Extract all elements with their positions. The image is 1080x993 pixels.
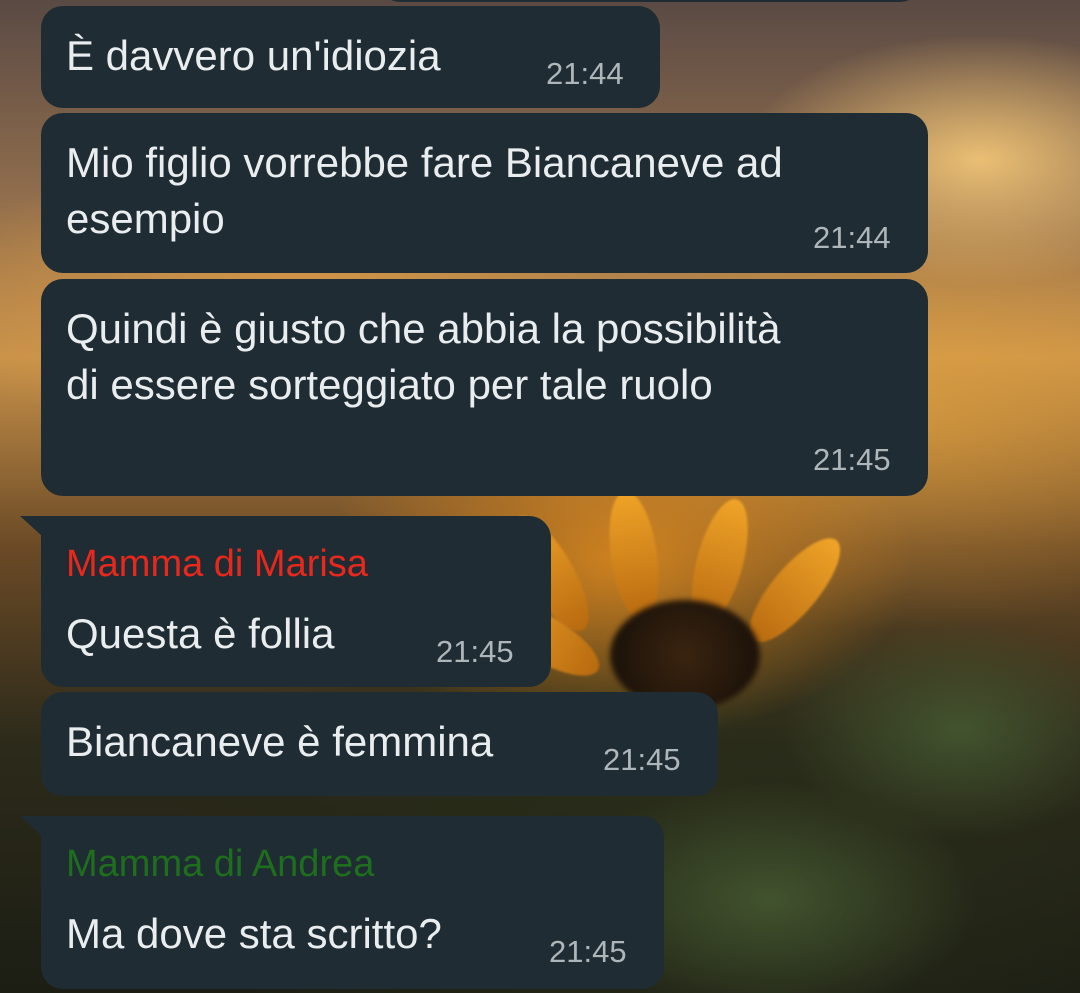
message-text-line: Quindi è giusto che abbia la possibilità xyxy=(66,305,781,352)
message-bubble[interactable]: Biancaneve è femmina 21:45 xyxy=(41,692,718,796)
message-text: Questa è follia xyxy=(66,610,335,657)
message-text-line: di essere sorteggiato per tale ruolo xyxy=(66,361,713,408)
message-text-line: Mio figlio vorrebbe fare Biancaneve ad xyxy=(66,139,783,186)
message-bubble[interactable]: Mamma di Andrea Ma dove sta scritto? 21:… xyxy=(41,816,664,989)
sender-name[interactable]: Mamma di Andrea xyxy=(66,842,374,886)
message-timestamp: 21:45 xyxy=(603,742,681,777)
message-text: Ma dove sta scritto? xyxy=(66,910,442,957)
message-timestamp: 21:45 xyxy=(549,934,627,969)
message-bubble[interactable]: Mio figlio vorrebbe fare Biancaneve ad e… xyxy=(41,113,928,273)
message-timestamp: 21:45 xyxy=(436,634,514,669)
message-timestamp: 21:45 xyxy=(813,442,891,477)
message-timestamp: 21:44 xyxy=(813,220,891,255)
message-text: È davvero un'idiozia xyxy=(66,32,441,79)
message-timestamp: 21:44 xyxy=(546,56,624,91)
sender-name[interactable]: Mamma di Marisa xyxy=(66,542,368,586)
bubble-tail xyxy=(20,816,42,836)
bubble-tail xyxy=(20,516,42,536)
message-bubble[interactable]: È davvero un'idiozia 21:44 xyxy=(41,6,660,108)
message-bubble[interactable]: Quindi è giusto che abbia la possibilità… xyxy=(41,279,928,496)
message-text-line: esempio xyxy=(66,195,225,242)
message-text: Biancaneve è femmina xyxy=(66,718,494,765)
previous-message-bubble-edge xyxy=(380,0,920,2)
message-bubble[interactable]: Mamma di Marisa Questa è follia 21:45 xyxy=(41,516,551,687)
